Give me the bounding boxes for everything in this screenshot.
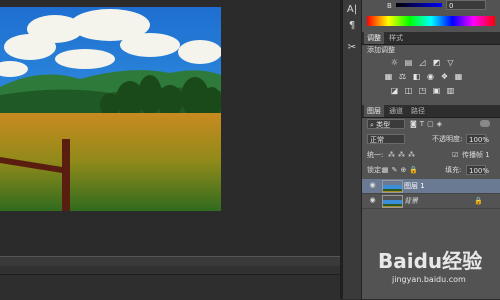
selective-color-icon[interactable]: ▣ — [432, 86, 441, 95]
horizontal-scrollbar[interactable] — [0, 266, 340, 274]
canvas-area[interactable] — [0, 0, 340, 256]
character-panel-icon[interactable]: A| — [344, 3, 360, 17]
adjustment-icons: ☼ ▤ ◿ ◩ ▽ ▦ ⚖ ◧ ◉ ❖ ▦ ◪ ◫ ◳ ▣ ▥ — [362, 56, 500, 100]
tab-channels[interactable]: 通道 — [386, 105, 406, 117]
tab-adjustments[interactable]: 调整 — [364, 32, 384, 44]
channel-mixer-icon[interactable]: ❖ — [440, 72, 449, 81]
timeline-panel — [0, 274, 340, 300]
b-channel-slider[interactable] — [396, 3, 442, 7]
layer-filter-icons[interactable]: ◙T▢◈ — [410, 119, 445, 129]
unify-icons[interactable]: ⁂⁂⁂ — [388, 150, 418, 160]
tab-styles[interactable]: 样式 — [386, 32, 406, 44]
hue-saturation-icon[interactable]: ▦ — [384, 72, 393, 81]
baidu-watermark: Baidu经验 jingyan.baidu.com — [360, 245, 498, 295]
color-balance-icon[interactable]: ⚖ — [398, 72, 407, 81]
add-adjustment-label: 添加调整 — [367, 46, 395, 54]
levels-icon[interactable]: ▤ — [404, 58, 413, 67]
brightness-icon[interactable]: ☼ — [390, 58, 399, 67]
layers-tabrow: 图层 通道 路径 — [362, 105, 500, 118]
eye-icon[interactable]: ◉ — [368, 181, 377, 190]
fill-label: 填充: — [445, 166, 462, 174]
layer-name: 背景 — [404, 197, 418, 205]
color-spectrum[interactable] — [367, 16, 495, 26]
black-white-icon[interactable]: ◧ — [412, 72, 421, 81]
document-image[interactable] — [0, 7, 221, 211]
fill-input[interactable]: 100% — [466, 165, 489, 175]
vibrance-triangle-icon[interactable]: ▽ — [446, 58, 455, 67]
b-channel-label: B — [387, 2, 392, 10]
b-channel-value[interactable]: 0 — [446, 0, 486, 10]
opacity-input[interactable]: 100% — [466, 134, 489, 144]
opacity-label: 不透明度: — [432, 135, 463, 143]
lock-icons[interactable]: ▦✎⊕🔒 — [382, 165, 421, 175]
layer-thumbnail — [382, 195, 403, 208]
tab-layers[interactable]: 图层 — [364, 105, 384, 117]
invert-icon[interactable]: ◪ — [390, 86, 399, 95]
color-panel: B 0 — [362, 0, 500, 31]
color-lookup-icon[interactable]: ▦ — [454, 72, 463, 81]
propagate-checkbox[interactable]: ☑ — [452, 150, 458, 160]
layer-row[interactable]: ◉ 背景 🔒 — [362, 194, 500, 209]
gradient-map-icon[interactable]: ▥ — [446, 86, 455, 95]
layer-filter-value: 类型 — [376, 121, 391, 129]
tab-paths[interactable]: 路径 — [408, 105, 428, 117]
lock-label: 锁定: — [367, 166, 384, 174]
tools-preset-icon[interactable]: ✂ — [344, 41, 360, 55]
adjustments-tabrow: 调整 样式 — [362, 32, 500, 45]
threshold-icon[interactable]: ◳ — [418, 86, 427, 95]
blend-mode-select[interactable]: 正常 — [367, 134, 405, 144]
layer-name: 图层 1 — [404, 182, 425, 190]
filter-toggle[interactable] — [480, 120, 490, 127]
exposure-icon[interactable]: ◩ — [432, 58, 441, 67]
watermark-url: jingyan.baidu.com — [392, 275, 466, 284]
posterize-icon[interactable]: ◫ — [404, 86, 413, 95]
layer-row[interactable]: ◉ 图层 1 — [362, 179, 500, 194]
layer-thumbnail — [382, 180, 403, 193]
layer-filter-select[interactable]: ⌕ 类型 — [367, 119, 405, 129]
curves-icon[interactable]: ◿ — [418, 58, 427, 67]
eye-icon[interactable]: ◉ — [368, 196, 377, 205]
lock-icon: 🔒 — [474, 197, 483, 205]
propagate-label: 传播帧 1 — [462, 151, 490, 159]
search-icon: ⌕ — [370, 121, 374, 129]
photo-filter-icon[interactable]: ◉ — [426, 72, 435, 81]
unify-label: 统一: — [367, 151, 384, 159]
watermark-brand: Baidu经验 — [378, 249, 483, 273]
paragraph-panel-icon[interactable]: ¶ — [344, 19, 360, 33]
